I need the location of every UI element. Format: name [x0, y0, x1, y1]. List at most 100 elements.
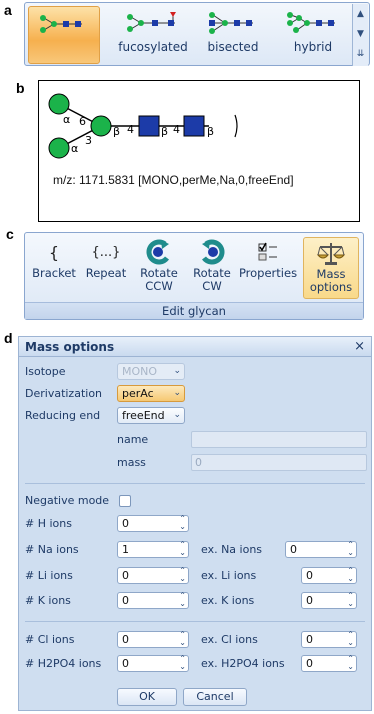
rotate-cw-button[interactable]: Rotate CW	[187, 237, 237, 299]
stepper-arrows-icon[interactable]: ⌃ ⌄	[347, 655, 354, 671]
properties-label: Properties	[238, 266, 298, 280]
li-ions-label: # Li ions	[25, 569, 73, 582]
gallery-label: bisected	[207, 40, 259, 54]
scroll-up-icon[interactable]: ▲	[353, 4, 368, 24]
dialog-titlebar: Mass options ×	[19, 337, 371, 357]
mass-label: mass	[117, 456, 146, 469]
ex-h2po4-ions-value: 0	[306, 657, 313, 670]
divider	[25, 621, 365, 622]
h2po4-ions-label: # H2PO4 ions	[25, 657, 102, 670]
expand-gallery-icon[interactable]: ⇊	[353, 44, 368, 64]
divider	[25, 483, 365, 484]
ex-k-ions-stepper[interactable]: 0 ⌃ ⌄	[301, 592, 357, 609]
ex-na-ions-label: ex. Na ions	[201, 543, 263, 556]
glycan-canvas[interactable]: α 6 α 3 β 4 β 4 β m/z: 1171.5831 [MONO,p…	[38, 80, 360, 222]
stepper-arrows-icon[interactable]: ⌃ ⌄	[347, 592, 354, 608]
linkage-2-anomer: β	[161, 125, 168, 138]
mannose-node-core[interactable]	[90, 115, 112, 137]
stepper-arrows-icon[interactable]: ⌃ ⌄	[179, 655, 186, 671]
gallery-label: fucosylated	[118, 40, 188, 54]
properties-icon	[237, 237, 299, 267]
negative-mode-checkbox[interactable]	[119, 495, 131, 507]
linkage-1-position: 4	[127, 123, 134, 136]
h-ions-stepper[interactable]: 0 ⌃ ⌄	[117, 515, 189, 532]
isotope-select[interactable]: MONO ⌄	[117, 363, 185, 380]
fucosylated-structure-icon	[127, 12, 176, 32]
chevron-down-icon: ⌄	[173, 366, 181, 376]
gallery-item-bisected[interactable]: bisected	[197, 6, 269, 64]
gallery-item-hybrid[interactable]: hybrid	[277, 6, 349, 64]
ex-na-ions-stepper[interactable]: 0 ⌃ ⌄	[285, 541, 357, 558]
derivatization-select[interactable]: perAc ⌄	[117, 385, 185, 402]
dialog-title: Mass options	[25, 340, 115, 354]
ex-li-ions-stepper[interactable]: 0 ⌃ ⌄	[301, 567, 357, 584]
ex-li-ions-label: ex. Li ions	[201, 569, 257, 582]
ex-cl-ions-value: 0	[306, 633, 313, 646]
reducing-end-select[interactable]: freeEnd ⌄	[117, 407, 185, 424]
properties-button[interactable]: Properties	[237, 237, 299, 299]
linkage-3-anomer: β	[207, 125, 214, 138]
rotate-ccw-button[interactable]: Rotate CCW	[133, 237, 185, 299]
stepper-arrows-icon[interactable]: ⌃ ⌄	[347, 567, 354, 583]
stepper-arrows-icon[interactable]: ⌃ ⌄	[347, 541, 354, 557]
toolbar-group-label: Edit glycan	[25, 302, 363, 319]
ex-h2po4-ions-stepper[interactable]: 0 ⌃ ⌄	[301, 655, 357, 672]
h2po4-ions-value: 0	[122, 657, 129, 670]
reducing-end-label: Reducing end	[25, 409, 101, 422]
h-ions-value: 0	[122, 517, 129, 530]
mass-field[interactable]: 0	[191, 454, 367, 471]
mannose-node-top[interactable]	[48, 93, 70, 115]
k-ions-stepper[interactable]: 0 ⌃ ⌄	[117, 592, 189, 609]
derivatization-label: Derivatization	[25, 387, 103, 400]
ex-k-ions-value: 0	[306, 594, 313, 607]
gallery-item-fucosylated[interactable]: fucosylated	[113, 6, 193, 64]
linkage-top-anomer: α	[63, 113, 70, 126]
stepper-arrows-icon[interactable]: ⌃ ⌄	[179, 592, 186, 608]
cancel-button[interactable]: Cancel	[183, 688, 247, 706]
ex-cl-ions-label: ex. Cl ions	[201, 633, 258, 646]
glycan-structure: α 6 α 3 β 4 β 4 β	[48, 93, 238, 159]
k-ions-value: 0	[122, 594, 129, 607]
rotate-cw-icon	[187, 237, 237, 267]
rotate-ccw-icon	[133, 237, 185, 267]
mz-readout: m/z: 1171.5831 [MONO,perMe,Na,0,freeEnd]	[53, 173, 294, 187]
li-ions-stepper[interactable]: 0 ⌃ ⌄	[117, 567, 189, 584]
li-ions-value: 0	[122, 569, 129, 582]
repeat-button[interactable]: {...} Repeat	[81, 237, 131, 299]
close-icon[interactable]: ×	[354, 339, 365, 354]
mannose-node-bottom[interactable]	[48, 137, 70, 159]
gallery-item-core[interactable]	[28, 6, 100, 64]
mass-options-button[interactable]: Mass options	[303, 237, 359, 299]
glcnac-node-2[interactable]	[183, 115, 205, 137]
h2po4-ions-stepper[interactable]: 0 ⌃ ⌄	[117, 655, 189, 672]
bisected-structure-icon	[209, 12, 253, 34]
na-ions-label: # Na ions	[25, 543, 79, 556]
panel-label-c: c	[6, 226, 14, 242]
panel-label-b: b	[16, 80, 25, 96]
stepper-arrows-icon[interactable]: ⌃ ⌄	[179, 541, 186, 557]
linkage-2-position: 4	[173, 123, 180, 136]
stepper-arrows-icon[interactable]: ⌃ ⌄	[347, 631, 354, 647]
ex-na-ions-value: 0	[290, 543, 297, 556]
ex-cl-ions-stepper[interactable]: 0 ⌃ ⌄	[301, 631, 357, 648]
negative-mode-label: Negative mode	[25, 494, 110, 507]
na-ions-stepper[interactable]: 1 ⌃ ⌄	[117, 541, 189, 558]
stepper-arrows-icon[interactable]: ⌃ ⌄	[179, 515, 186, 531]
core-structure-icon	[40, 15, 82, 33]
linkage-top-position: 6	[79, 115, 86, 128]
ok-button[interactable]: OK	[117, 688, 177, 706]
isotope-value: MONO	[122, 365, 158, 378]
glcnac-node-1[interactable]	[138, 115, 160, 137]
chevron-down-icon: ⌄	[173, 388, 181, 398]
bracket-button[interactable]: { Bracket	[29, 237, 79, 299]
rotate-cw-label-2: CW	[202, 279, 222, 293]
stepper-arrows-icon[interactable]: ⌃ ⌄	[179, 567, 186, 583]
mass-options-label-2: options	[309, 280, 353, 294]
stepper-arrows-icon[interactable]: ⌃ ⌄	[179, 631, 186, 647]
scroll-down-icon[interactable]: ▼	[353, 24, 368, 44]
hybrid-structure-icon	[287, 12, 335, 33]
name-field[interactable]	[191, 431, 367, 448]
gallery-scrollbar[interactable]: ▲ ▼ ⇊	[352, 4, 368, 66]
cl-ions-value: 0	[122, 633, 129, 646]
cl-ions-stepper[interactable]: 0 ⌃ ⌄	[117, 631, 189, 648]
